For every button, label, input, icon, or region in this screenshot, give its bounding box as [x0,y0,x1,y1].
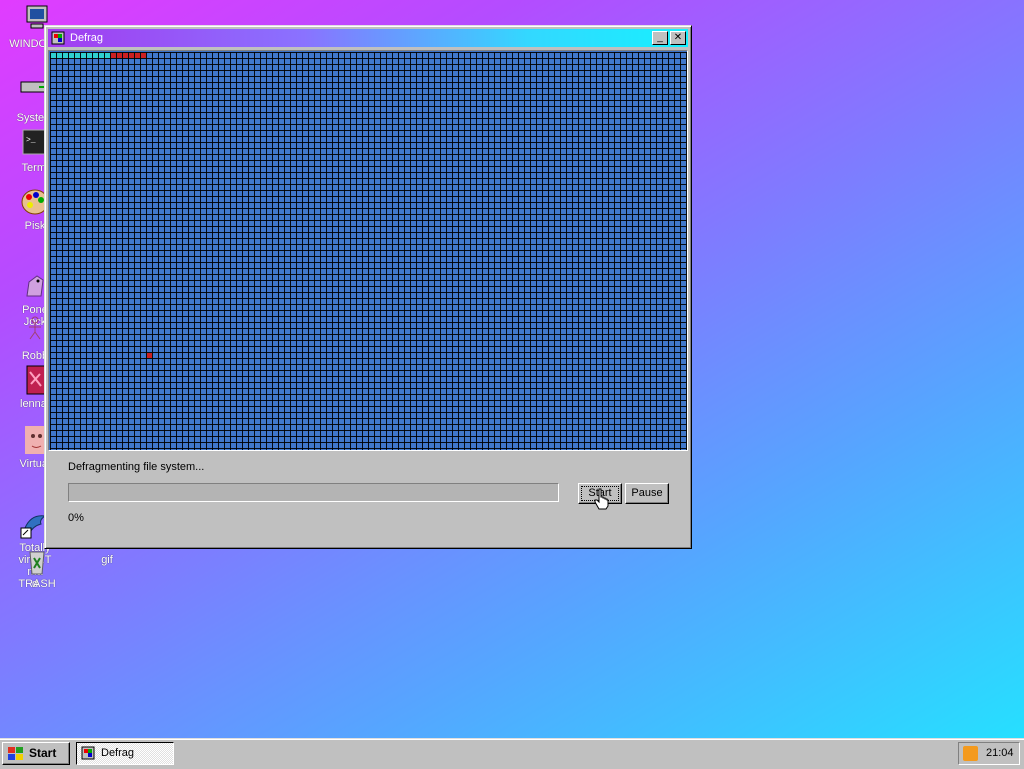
svg-text:>_: >_ [26,136,36,145]
cluster-done [57,53,62,58]
close-button[interactable]: ✕ [670,31,686,45]
desktop-icon-label: TRASH [18,578,56,590]
start-menu-button[interactable]: Start [2,742,70,765]
defrag-app-icon [51,31,65,45]
desktop-icon-trash[interactable]: TRASH [2,544,72,590]
close-icon: ✕ [673,32,683,43]
cluster-fragmented [117,53,122,58]
taskbar: Start Defrag 21:04 [0,738,1024,769]
windows-logo-icon [8,747,24,761]
clock: 21:04 [986,747,1014,759]
cluster-grid [50,52,687,450]
progress-bar [68,483,559,502]
cluster-fragmented [123,53,128,58]
start-label: Start [29,746,57,760]
title-bar[interactable]: Defrag _ ✕ [48,29,688,47]
cluster-fragmented [135,53,140,58]
defrag-app-icon [81,746,95,760]
cluster-done [81,53,86,58]
hand-cursor-icon [594,488,610,510]
desktop-icon-label: gif [101,554,113,566]
cluster-done [51,53,56,58]
pause-button[interactable]: Pause [625,483,669,504]
desktop-icon-gif[interactable]: gif [72,554,142,566]
cluster-done [69,53,74,58]
rss-icon[interactable] [963,746,978,761]
cluster-done [93,53,98,58]
cluster-done [105,53,110,58]
status-text: Defragmenting file system... [68,461,205,473]
cluster-done [99,53,104,58]
cluster-done [75,53,80,58]
progress-percent: 0% [68,512,84,524]
defrag-window: Defrag _ ✕ Defragmenting file system... … [44,25,692,549]
taskbar-item-label: Defrag [101,747,135,759]
disk-map [48,50,688,451]
cluster-done [63,53,68,58]
system-tray: 21:04 [958,742,1020,765]
taskbar-item-defrag[interactable]: Defrag [76,742,174,765]
cluster-fragmented [147,353,152,358]
cluster-fragmented [111,53,116,58]
minimize-icon: _ [657,32,663,43]
window-title: Defrag [70,32,104,44]
cluster-fragmented [141,53,146,58]
cluster-fragmented [129,53,134,58]
cluster-done [87,53,92,58]
minimize-button[interactable]: _ [652,31,668,45]
